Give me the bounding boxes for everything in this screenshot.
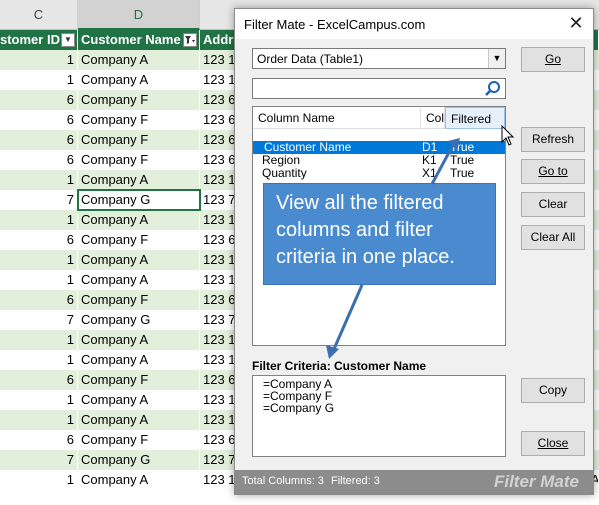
list-header: Column Name Col Filtered — [253, 107, 505, 129]
dialog-title-bar: Filter Mate - ExcelCampus.com ✕ — [235, 9, 593, 39]
filtered-count: Filtered: 3 — [331, 475, 380, 487]
column-header-c[interactable]: C — [0, 0, 78, 30]
cell-customer-id[interactable]: 1 — [0, 270, 78, 290]
header-customer-name: Customer Name — [78, 30, 200, 50]
close-button[interactable]: Close — [521, 431, 585, 456]
cell-customer-name[interactable]: Company A — [78, 410, 200, 430]
list-header-col[interactable]: Col — [421, 107, 445, 129]
cell-customer-id[interactable]: 1 — [0, 50, 78, 70]
dialog-title: Filter Mate - ExcelCampus.com — [244, 17, 426, 32]
cell-customer-name[interactable]: Company A — [78, 250, 200, 270]
list-item-column-name: Quantity — [262, 166, 307, 180]
cell-customer-name[interactable]: Company A — [78, 50, 200, 70]
cell-customer-name[interactable]: Company G — [78, 450, 200, 470]
mouse-cursor-icon — [501, 125, 515, 146]
cell-customer-name[interactable]: Company A — [78, 210, 200, 230]
close-button-label: Close — [537, 436, 569, 450]
total-columns-count: Total Columns: 3 — [242, 475, 324, 487]
filter-criteria-label: Filter Criteria: Customer Name — [252, 359, 427, 373]
goto-button[interactable]: Go to — [521, 159, 585, 184]
search-box[interactable] — [252, 78, 506, 99]
column-header-d[interactable]: D — [78, 0, 200, 30]
cell-customer-name[interactable]: Company A — [78, 470, 200, 490]
cell-customer-id[interactable]: 6 — [0, 430, 78, 450]
cell-customer-id[interactable]: 1 — [0, 70, 78, 90]
list-header-column-name[interactable]: Column Name — [253, 107, 421, 129]
list-item-filtered: True — [450, 166, 475, 180]
cell-customer-name[interactable]: Company F — [78, 290, 200, 310]
callout-text: View all the filtered columns and filter… — [276, 192, 455, 268]
cell-customer-name[interactable]: Company F — [78, 150, 200, 170]
status-bar: Total Columns: 3 Filtered: 3 Filter Mate — [235, 470, 593, 494]
filter-criteria-box[interactable]: =Company A =Company F =Company G — [252, 375, 506, 457]
refresh-button[interactable]: Refresh — [521, 127, 585, 152]
cell-customer-id[interactable]: 1 — [0, 350, 78, 370]
filter-dropdown-icon[interactable]: ▼ — [61, 33, 75, 47]
search-input[interactable] — [255, 80, 479, 97]
list-item[interactable]: Quantity X1 True — [253, 167, 505, 180]
cell-customer-id[interactable]: 6 — [0, 90, 78, 110]
cell-customer-id[interactable]: 1 — [0, 410, 78, 430]
table-select-value: Order Data (Table1) — [257, 52, 364, 66]
cell-customer-id[interactable]: 7 — [0, 450, 78, 470]
cell-customer-id[interactable]: 1 — [0, 170, 78, 190]
cell-customer-id[interactable]: 1 — [0, 330, 78, 350]
cell-customer-name[interactable]: Company F — [78, 110, 200, 130]
close-icon[interactable]: ✕ — [563, 11, 589, 37]
cell-customer-id[interactable]: 6 — [0, 110, 78, 130]
clear-all-button[interactable]: Clear All — [521, 225, 585, 250]
cell-customer-name[interactable]: Company G — [78, 310, 200, 330]
header-customer-name-label: Customer Name — [81, 32, 181, 47]
callout-box: View all the filtered columns and filter… — [263, 183, 496, 285]
table-select[interactable]: Order Data (Table1) ▼ — [252, 48, 506, 69]
cell-customer-name[interactable]: Company F — [78, 230, 200, 250]
cell-customer-name[interactable]: Company A — [78, 330, 200, 350]
list-item-col: X1 — [422, 166, 437, 180]
cell-customer-id[interactable]: 7 — [0, 190, 78, 210]
go-button[interactable]: Go — [521, 47, 585, 72]
go-button-label: Go — [544, 52, 561, 66]
cell-customer-name[interactable]: Company A — [78, 70, 200, 90]
cell-customer-id[interactable]: 6 — [0, 290, 78, 310]
copy-button[interactable]: Copy — [521, 378, 585, 403]
cell-customer-name[interactable]: Company F — [78, 130, 200, 150]
cell-customer-name[interactable]: Company F — [78, 90, 200, 110]
cell-customer-id[interactable]: 1 — [0, 390, 78, 410]
cell-customer-name[interactable]: Company F — [78, 430, 200, 450]
goto-button-label: Go to — [538, 164, 568, 178]
cell-customer-name[interactable]: Company A — [78, 350, 200, 370]
cell-customer-name[interactable]: Company F — [78, 370, 200, 390]
cell-customer-name[interactable]: Company A — [78, 270, 200, 290]
list-header-filtered[interactable]: Filtered — [445, 107, 505, 129]
criteria-line: =Company G — [263, 401, 335, 415]
cell-customer-id[interactable]: 7 — [0, 310, 78, 330]
filter-mate-logo: Filter Mate — [493, 472, 579, 491]
cell-customer-id[interactable]: 6 — [0, 370, 78, 390]
search-icon[interactable] — [484, 80, 502, 98]
cell-customer-name[interactable]: Company G — [78, 190, 200, 210]
filter-applied-icon[interactable] — [183, 33, 197, 47]
cell-customer-id[interactable]: 1 — [0, 250, 78, 270]
cell-customer-id[interactable]: 1 — [0, 210, 78, 230]
cell-customer-id[interactable]: 1 — [0, 470, 78, 490]
cell-customer-id[interactable]: 6 — [0, 150, 78, 170]
chevron-down-icon[interactable]: ▼ — [488, 49, 505, 68]
cell-customer-id[interactable]: 6 — [0, 130, 78, 150]
cell-customer-name[interactable]: Company A — [78, 170, 200, 190]
clear-button[interactable]: Clear — [521, 192, 585, 217]
header-customer-id-label: stomer ID — [0, 32, 60, 47]
cell-customer-name[interactable]: Company A — [78, 390, 200, 410]
cell-customer-id[interactable]: 6 — [0, 230, 78, 250]
